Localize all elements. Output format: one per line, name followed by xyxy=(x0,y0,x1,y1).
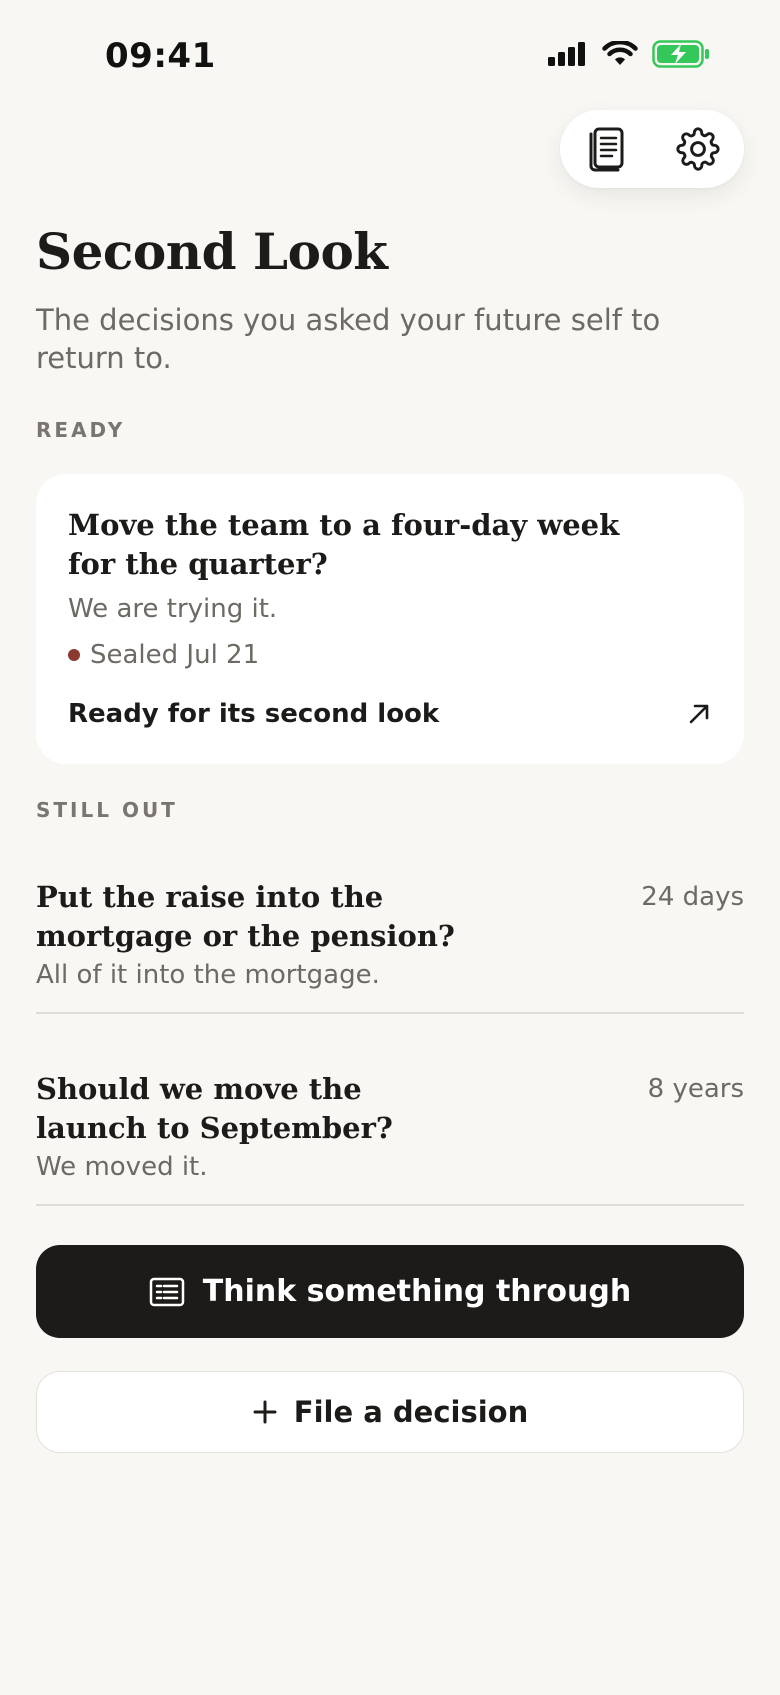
status-icons xyxy=(548,40,710,68)
list-item[interactable]: Put the raise into the mortgage or the p… xyxy=(36,878,744,1014)
plus-icon xyxy=(253,1400,277,1424)
decision-note: We are trying it. xyxy=(68,594,278,624)
notes-icon xyxy=(149,1277,184,1306)
decision-title: Should we move the launch to September? xyxy=(36,1072,393,1145)
list-item[interactable]: Should we move the launch to September? … xyxy=(36,1070,744,1206)
arrow-up-right-icon xyxy=(689,704,709,724)
gear-icon xyxy=(676,127,720,171)
sealed-status: Sealed Jul 21 xyxy=(68,640,259,670)
time-remaining: 24 days xyxy=(641,882,744,912)
status-time: 09:41 xyxy=(105,36,216,76)
decision-title: Put the raise into the mortgage or the p… xyxy=(36,880,455,953)
wifi-icon xyxy=(602,41,638,65)
time-remaining: 8 years xyxy=(647,1074,744,1104)
journal-button[interactable] xyxy=(578,121,634,177)
section-label-ready: READY xyxy=(36,418,126,442)
decision-note: All of it into the mortgage. xyxy=(36,960,380,990)
second-look-link[interactable]: Ready for its second look xyxy=(68,694,712,734)
sealed-date: Sealed Jul 21 xyxy=(90,640,260,670)
decision-note: We moved it. xyxy=(36,1152,208,1182)
file-decision-button[interactable]: File a decision xyxy=(36,1371,744,1453)
top-actions xyxy=(560,110,744,188)
page-title: Second Look xyxy=(36,222,388,281)
section-label-still-out: STILL OUT xyxy=(36,798,178,822)
battery-charging-icon xyxy=(652,40,709,68)
think-something-through-button[interactable]: Think something through xyxy=(36,1245,744,1338)
secondary-button-label: File a decision xyxy=(293,1395,529,1429)
journal-icon xyxy=(589,127,624,172)
primary-button-label: Think something through xyxy=(202,1274,632,1309)
status-dot xyxy=(68,649,80,661)
ready-decision-card[interactable]: Move the team to a four-day week for the… xyxy=(36,474,744,764)
decision-title: Move the team to a four-day week for the… xyxy=(68,508,620,581)
page-subtitle: The decisions you asked your future self… xyxy=(36,303,661,375)
signal-icon xyxy=(548,42,585,66)
second-look-label: Ready for its second look xyxy=(68,699,440,729)
settings-button[interactable] xyxy=(670,121,726,177)
